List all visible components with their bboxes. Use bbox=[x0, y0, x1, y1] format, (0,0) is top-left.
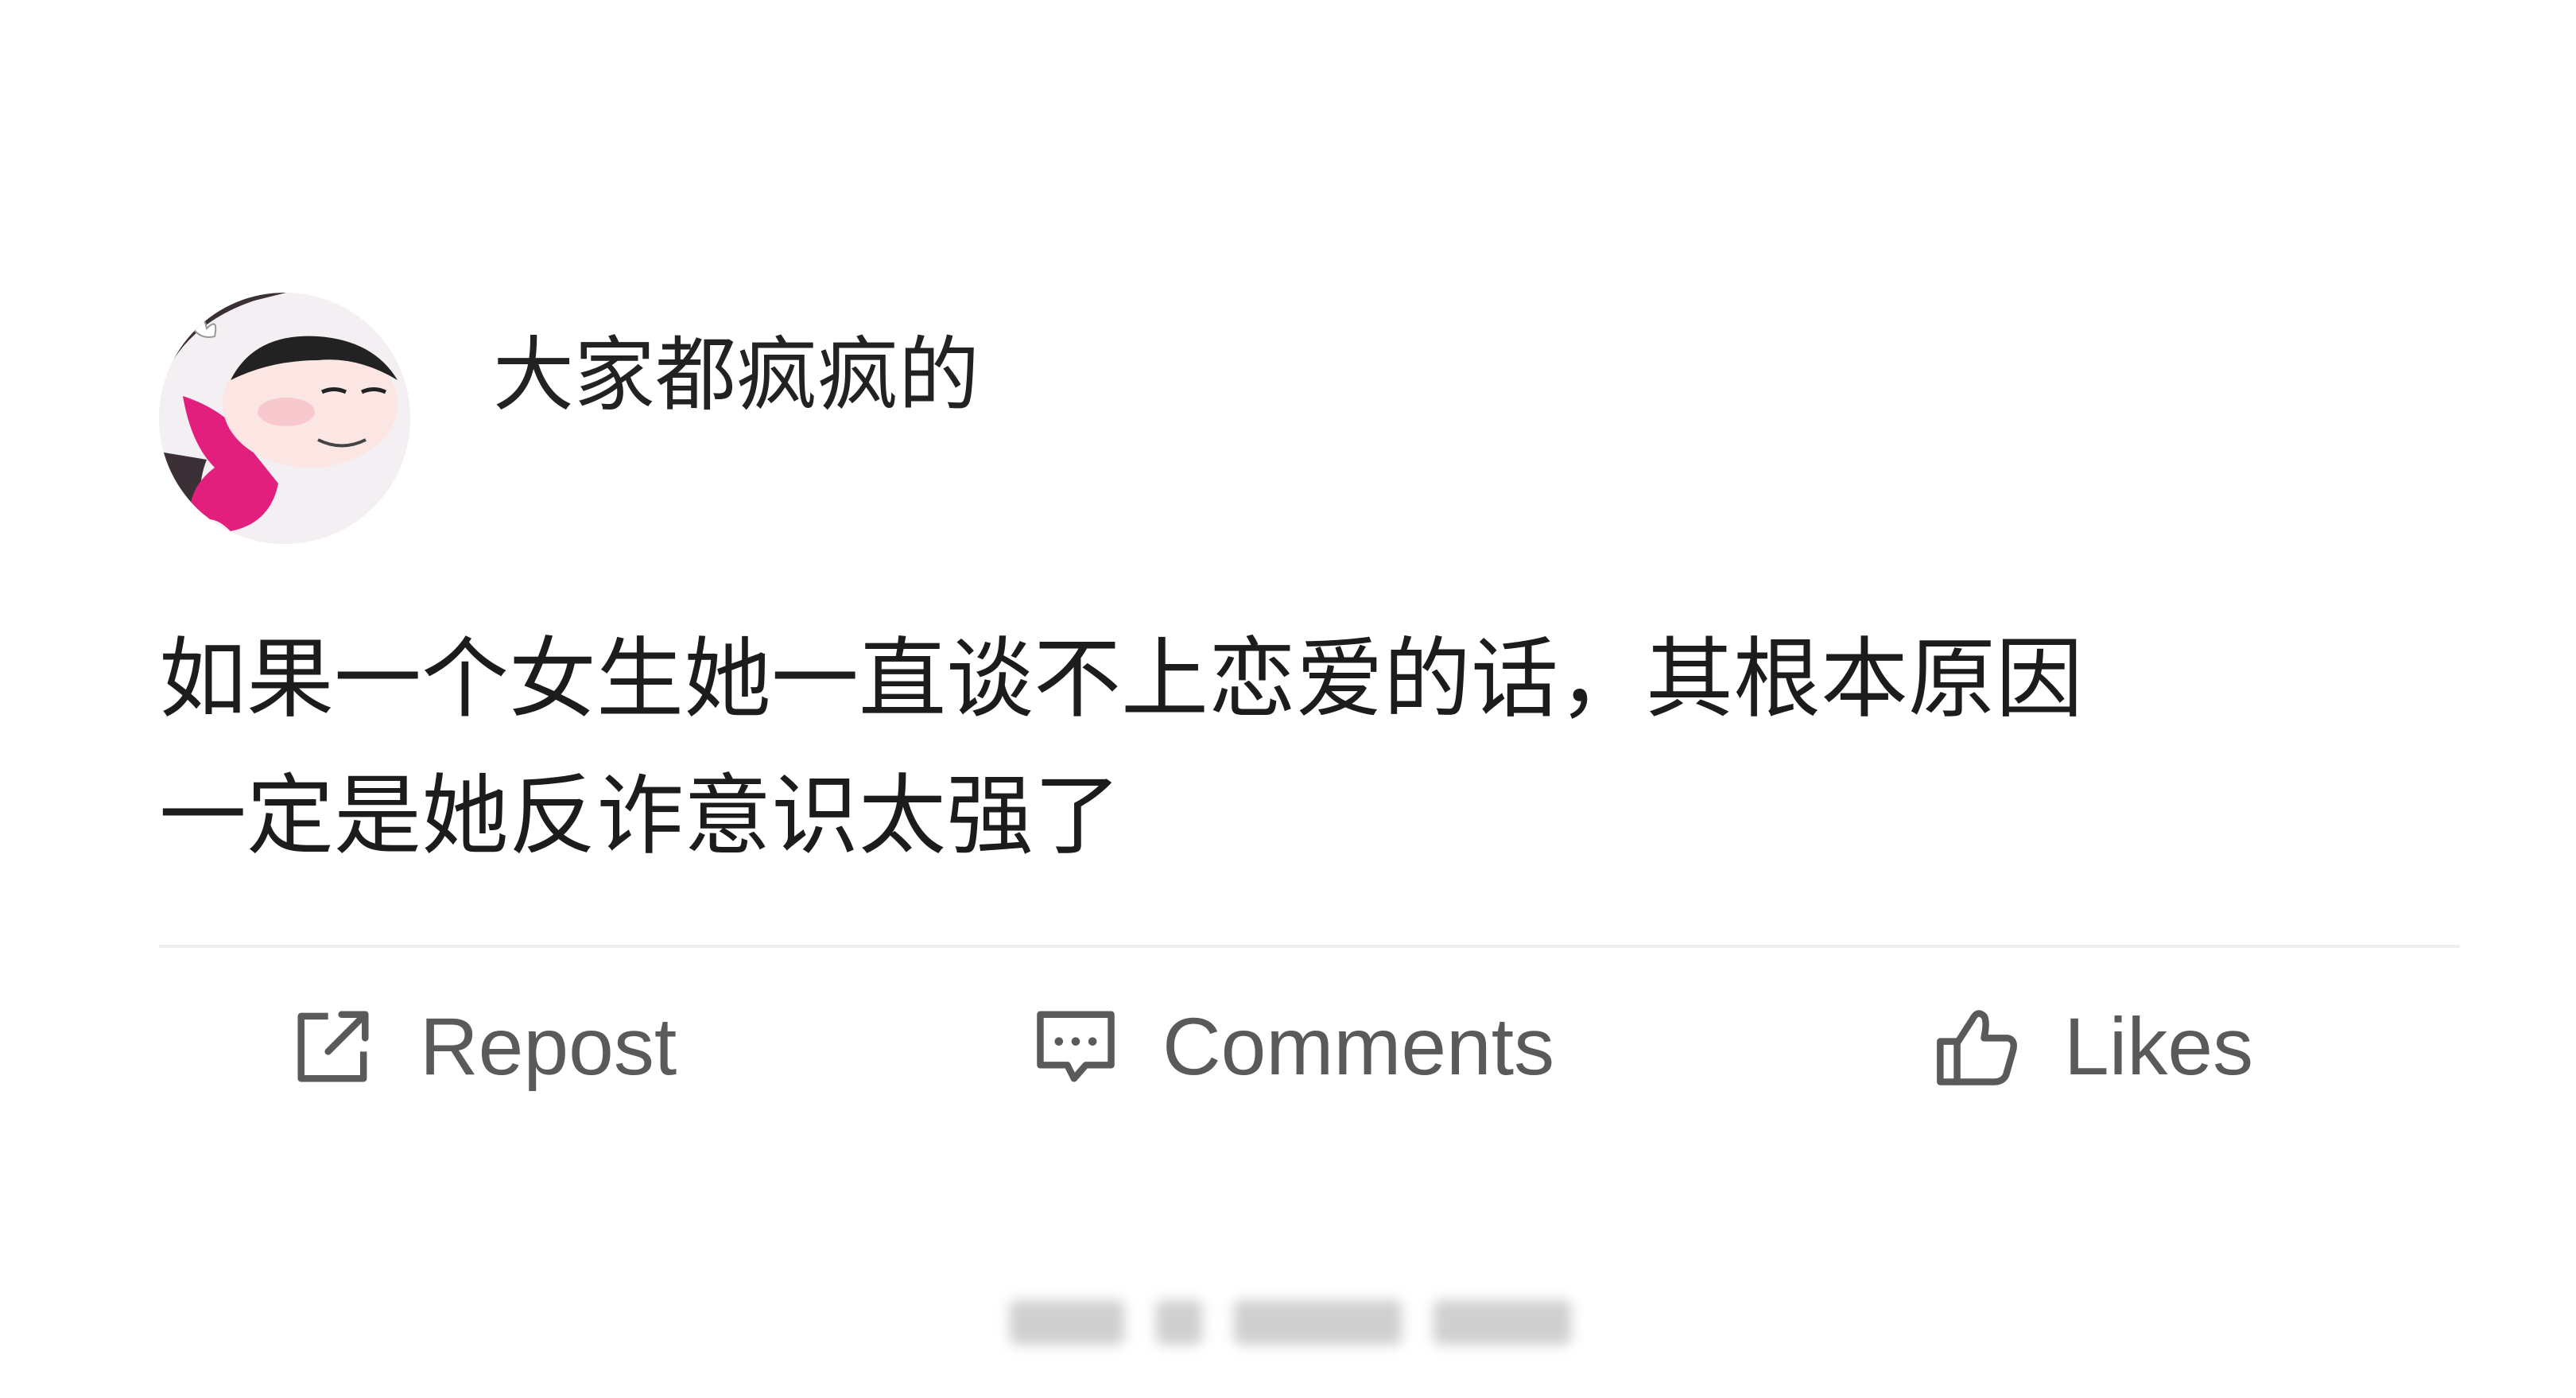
divider bbox=[159, 945, 2460, 948]
thumbs-up-icon bbox=[1935, 1004, 2019, 1089]
cartoon-avatar-icon bbox=[159, 293, 410, 544]
repost-label: Repost bbox=[420, 1000, 677, 1092]
comments-label: Comments bbox=[1162, 1000, 1555, 1092]
likes-button[interactable]: Likes bbox=[1935, 991, 2253, 1102]
post-text: 如果一个女生她一直谈不上恋爱的话，其根本原因 一定是她反诈意识太强了 bbox=[159, 628, 2083, 867]
repost-button[interactable]: Repost bbox=[291, 991, 677, 1102]
avatar[interactable] bbox=[159, 293, 410, 544]
username[interactable]: 大家都疯疯的 bbox=[493, 324, 980, 428]
post-card: 大家都疯疯的 如果一个女生她一直谈不上恋爱的话，其根本原因 一定是她反诈意识太强… bbox=[0, 0, 2576, 1398]
comment-icon bbox=[1034, 1004, 1118, 1089]
blurred-watermark bbox=[1010, 1293, 1571, 1352]
repost-icon bbox=[291, 1004, 375, 1089]
likes-label: Likes bbox=[2064, 1000, 2254, 1092]
comments-button[interactable]: Comments bbox=[1034, 991, 1554, 1102]
